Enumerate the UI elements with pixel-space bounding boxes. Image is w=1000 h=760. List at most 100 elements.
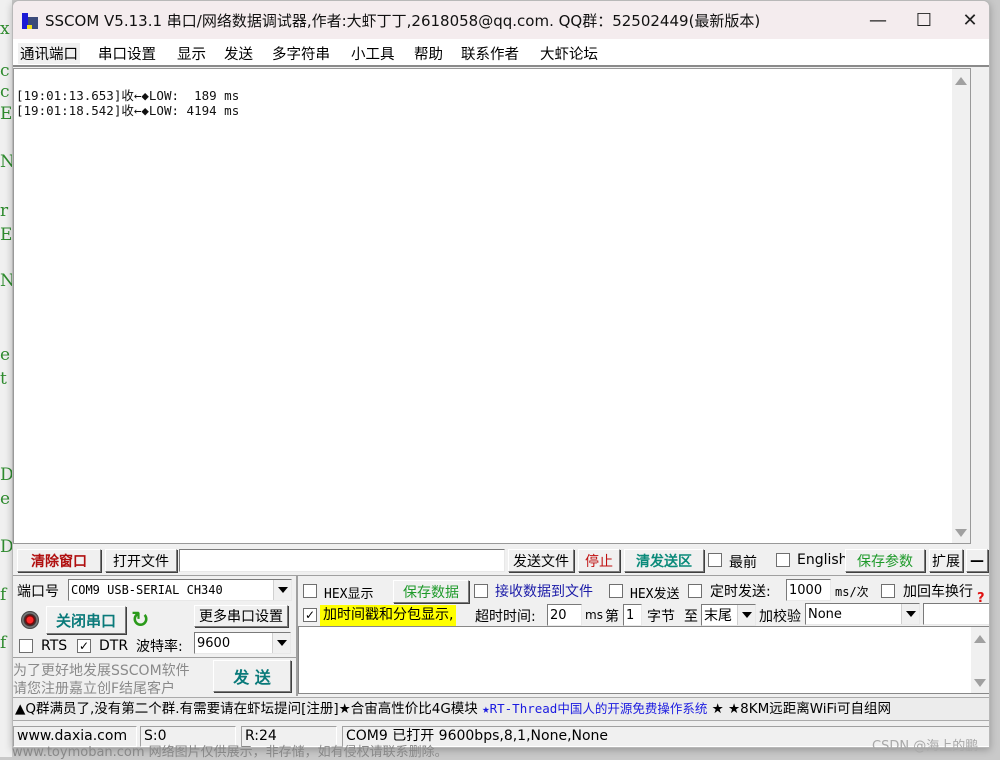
english-checkbox[interactable]	[776, 553, 790, 567]
background-char: e	[0, 345, 11, 365]
background-char: N	[0, 271, 15, 291]
promo-text-line2[interactable]: 请您注册嘉立创F结尾客户	[13, 678, 175, 698]
close-window-button[interactable]: ✕	[947, 1, 989, 39]
background-char: r	[0, 201, 9, 221]
background-char: E	[0, 104, 13, 124]
menu-multi-string[interactable]: 多字符串	[270, 43, 332, 64]
menu-comm-port[interactable]: 通讯端口	[18, 43, 80, 64]
port-status-led-icon	[21, 611, 39, 629]
scroll-up-icon[interactable]	[955, 77, 967, 85]
more-serial-settings-button[interactable]: 更多串口设置	[194, 605, 288, 627]
menu-help[interactable]: 帮助	[412, 43, 445, 64]
expand-button[interactable]: 扩展	[929, 549, 963, 572]
background-char: N	[0, 152, 15, 172]
ticker-text[interactable]: ★ ★8KM远距离WiFi可自组网	[707, 701, 891, 717]
baud-rate-value: 9600	[197, 635, 231, 651]
dtr-checkbox[interactable]: ✓	[77, 639, 91, 653]
checksum-value: None	[808, 606, 842, 622]
timed-interval-input[interactable]: 1000	[786, 579, 831, 601]
csdn-watermark: CSDN @海上的鹏	[872, 739, 979, 754]
menu-serial-settings[interactable]: 串口设置	[96, 43, 158, 64]
interval-unit-label: ms/次	[835, 585, 869, 599]
news-ticker[interactable]: ▲Q群满员了,没有第二个群.有需要请在虾坛提问[注册]★合宙高性价比4G模块 ★…	[13, 697, 989, 721]
timeout-input[interactable]: 20	[547, 604, 582, 626]
menu-display[interactable]: 显示	[175, 43, 208, 64]
port-select[interactable]: COM9 USB-SERIAL CH340	[68, 579, 292, 601]
ticker-link[interactable]: ★RT-Thread中国人的开源免费操作系统	[482, 701, 707, 716]
hex-display-label: HEX显示	[324, 587, 374, 602]
close-icon: ✕	[962, 9, 978, 31]
hex-send-checkbox[interactable]	[609, 584, 623, 598]
baud-rate-label: 波特率:	[136, 639, 183, 655]
open-file-button[interactable]: 打开文件	[105, 549, 177, 572]
divider	[13, 657, 297, 658]
timeout-unit-label: ms	[585, 608, 603, 622]
recv-to-file-checkbox[interactable]	[474, 584, 488, 598]
scroll-up-icon[interactable]	[974, 635, 986, 643]
recv-to-file-label[interactable]: 接收数据到文件	[495, 581, 593, 601]
send-textarea[interactable]	[298, 626, 989, 694]
byte-end-select[interactable]: 末尾	[701, 604, 756, 626]
menu-forum[interactable]: 大虾论坛	[538, 43, 600, 64]
background-char: x	[0, 19, 10, 39]
checksum-select[interactable]: None	[805, 603, 920, 625]
add-crlf-checkbox[interactable]	[881, 584, 895, 598]
send-file-button[interactable]: 发送文件	[508, 549, 574, 572]
chevron-down-icon[interactable]	[737, 605, 755, 625]
chevron-down-icon[interactable]	[273, 580, 291, 600]
byte-start-input[interactable]: 1	[623, 604, 642, 626]
baud-rate-select[interactable]: 9600	[194, 632, 291, 654]
send-button[interactable]: 发 送	[213, 660, 291, 692]
hex-display-checkbox[interactable]	[303, 584, 317, 598]
app-logo-icon	[22, 11, 40, 29]
clear-send-button[interactable]: 清发送区	[624, 549, 704, 572]
port-label: 端口号	[17, 584, 59, 600]
divider	[13, 575, 989, 576]
watermark-text: www.toymoban.com 网络图片仅供展示，非存储，如有侵权请联系删除。	[12, 745, 448, 760]
maximize-button[interactable]: ☐	[901, 1, 947, 39]
promo-text-line1[interactable]: 为了更好地发展SSCOM软件	[13, 660, 190, 680]
sscom-window: SSCOM V5.13.1 串口/网络数据调试器,作者:大虾丁丁,2618058…	[12, 0, 990, 748]
timed-send-checkbox[interactable]	[688, 584, 702, 598]
save-data-button[interactable]: 保存数据	[393, 580, 469, 603]
timed-send-label: 定时发送:	[710, 584, 771, 600]
byte-prefix-label: 第	[605, 609, 619, 625]
rts-label: RTS	[41, 638, 68, 654]
receive-line: [19:01:18.542]收←◆LOW: 4194 ms	[16, 103, 240, 118]
window-title: SSCOM V5.13.1 串口/网络数据调试器,作者:大虾丁丁,2618058…	[45, 12, 761, 30]
scroll-down-icon[interactable]	[955, 529, 967, 537]
rts-checkbox[interactable]	[19, 639, 33, 653]
checksum-label: 加校验	[759, 609, 801, 625]
background-char: c	[0, 82, 10, 102]
timestamp-checkbox[interactable]: ✓	[303, 608, 317, 622]
collapse-button[interactable]: —	[966, 549, 988, 572]
english-label: English	[797, 552, 848, 568]
receive-textarea[interactable]: [19:01:13.653]收←◆LOW: 189 ms [19:01:18.5…	[13, 68, 971, 544]
scroll-down-icon[interactable]	[974, 679, 986, 687]
menu-tools[interactable]: 小工具	[349, 43, 397, 64]
background-char: D	[0, 465, 14, 485]
background-char: c	[0, 61, 10, 81]
to-label: 至	[684, 609, 698, 625]
save-params-button[interactable]: 保存参数	[845, 549, 925, 572]
minimize-button[interactable]: —	[855, 1, 901, 39]
send-scrollbar[interactable]	[971, 627, 989, 693]
menu-contact-author[interactable]: 联系作者	[459, 43, 521, 64]
refresh-icon[interactable]: ↻	[131, 608, 149, 633]
topmost-checkbox[interactable]	[708, 553, 722, 567]
byte-end-value: 末尾	[704, 608, 732, 624]
menu-send[interactable]: 发送	[222, 43, 255, 64]
close-port-button[interactable]: 关闭串口	[46, 606, 126, 634]
chevron-down-icon[interactable]	[272, 633, 290, 653]
receive-scrollbar[interactable]	[952, 69, 970, 543]
minimize-icon: —	[869, 9, 887, 31]
ticker-text[interactable]: ▲Q群满员了,没有第二个群.有需要请在虾坛提问[注册]★合宙高性价比4G模块	[15, 701, 482, 717]
file-path-input[interactable]	[179, 549, 505, 572]
timestamp-label: 加时间戳和分包显示,	[320, 605, 457, 626]
byte-suffix-label: 字节	[647, 609, 675, 625]
clear-window-button[interactable]: 清除窗口	[17, 549, 101, 572]
timeout-label: 超时时间:	[475, 609, 536, 625]
chevron-down-icon[interactable]	[901, 604, 919, 624]
topmost-label: 最前	[729, 555, 757, 571]
stop-button[interactable]: 停止	[578, 549, 620, 572]
